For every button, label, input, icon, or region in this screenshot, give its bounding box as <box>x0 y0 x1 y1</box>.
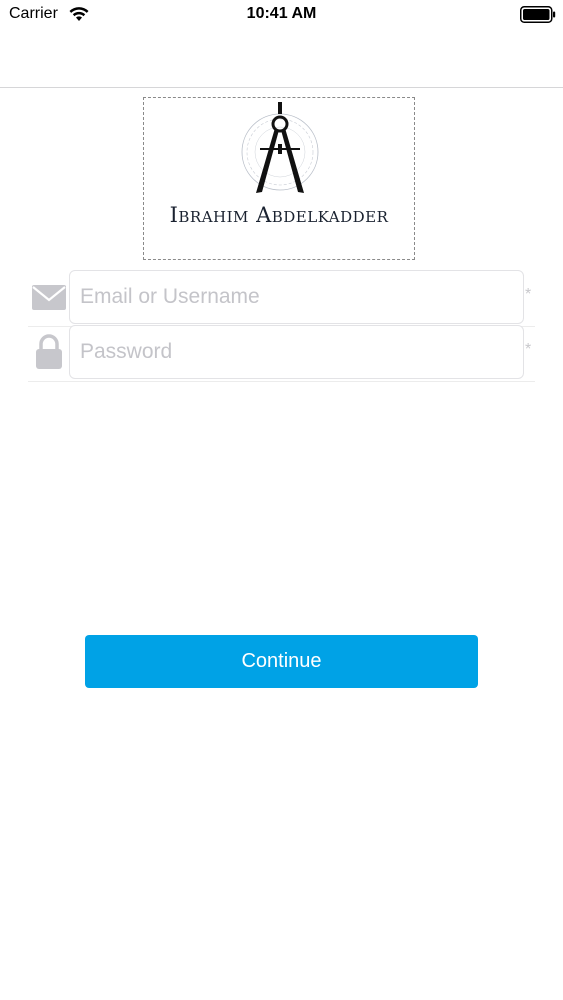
email-field[interactable] <box>69 270 524 324</box>
mail-icon <box>32 285 66 310</box>
password-field[interactable] <box>69 325 524 379</box>
password-required-mark: * <box>525 341 532 358</box>
navigation-bar <box>0 30 563 88</box>
drafting-compass-icon <box>241 102 319 193</box>
password-row: * <box>28 325 535 382</box>
email-row: * <box>28 270 535 327</box>
email-required-mark: * <box>525 286 532 303</box>
status-time: 10:41 AM <box>246 5 317 22</box>
logo-wordmark: Ibrahim Abdelkadder <box>169 203 389 227</box>
battery-icon <box>520 6 556 23</box>
continue-button[interactable]: Continue <box>85 635 478 688</box>
lock-icon <box>36 334 62 369</box>
status-bar: Carrier 10:41 AM <box>0 0 563 30</box>
